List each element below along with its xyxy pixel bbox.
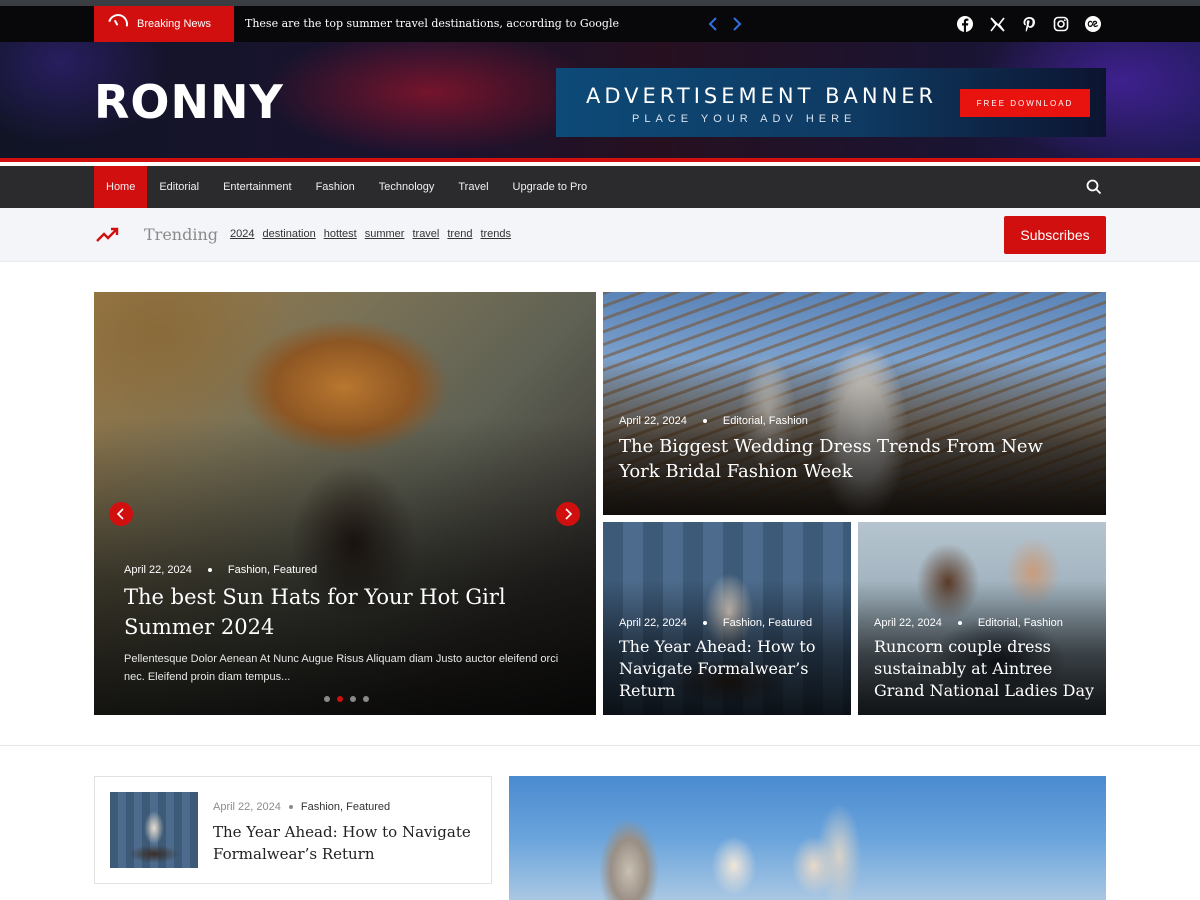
breaking-news-title: Breaking News	[137, 18, 211, 30]
ad-title: ADVERTISEMENT BANNER	[586, 84, 938, 108]
slider-dot[interactable]	[363, 696, 369, 702]
nav-item-upgrade[interactable]: Upgrade to Pro	[501, 166, 600, 208]
slider-dot[interactable]	[324, 696, 330, 702]
separator-dot	[957, 621, 962, 625]
tag-link[interactable]: trends	[480, 228, 511, 240]
section-divider	[0, 745, 1200, 746]
post-categories[interactable]: Fashion, Featured	[301, 801, 390, 813]
post-date: April 22, 2024	[124, 564, 192, 576]
post-categories[interactable]: Fashion, Featured	[723, 617, 812, 629]
chevron-right-icon[interactable]	[730, 14, 744, 34]
post-meta: April 22, 2024 Fashion, Featured	[619, 617, 812, 629]
ad-subtitle: PLACE YOUR ADV HERE	[632, 113, 857, 125]
post-date: April 22, 2024	[619, 617, 687, 629]
trending-bar: Trending 2024 destination hottest summer…	[0, 208, 1200, 262]
x-twitter-icon[interactable]	[987, 14, 1007, 34]
tag-link[interactable]: trend	[447, 228, 472, 240]
post-categories[interactable]: Editorial, Fashion	[978, 617, 1063, 629]
tag-link[interactable]: 2024	[230, 228, 254, 240]
post-title[interactable]: The best Sun Hats for Your Hot Girl Summ…	[124, 582, 574, 642]
free-download-button[interactable]: FREE DOWNLOAD	[960, 89, 1090, 117]
search-icon[interactable]	[1086, 179, 1102, 195]
slider-next-button[interactable]	[556, 502, 580, 526]
breaking-news-headline[interactable]: These are the top summer travel destinat…	[245, 6, 619, 42]
breaking-news-bar: Breaking News These are the top summer t…	[0, 6, 1200, 42]
post-date: April 22, 2024	[874, 617, 942, 629]
post-list-item[interactable]: April 22, 2024 Fashion, Featured The Yea…	[94, 776, 492, 884]
featured-wedding-card[interactable]: April 22, 2024 Editorial, Fashion The Bi…	[603, 292, 1106, 515]
slider-dot[interactable]	[350, 696, 356, 702]
slider-dots	[324, 696, 369, 702]
featured-wedding-image[interactable]	[509, 776, 1106, 900]
post-meta: April 22, 2024 Editorial, Fashion	[874, 617, 1063, 629]
post-title[interactable]: The Year Ahead: How to Navigate Formalwe…	[619, 636, 839, 702]
post-categories[interactable]: Editorial, Fashion	[723, 415, 808, 427]
post-title[interactable]: Runcorn couple dress sustainably at Aint…	[874, 636, 1099, 702]
nav-item-fashion[interactable]: Fashion	[304, 166, 367, 208]
main-nav: Home Editorial Entertainment Fashion Tec…	[0, 166, 1200, 208]
pinterest-icon[interactable]	[1019, 14, 1039, 34]
instagram-icon[interactable]	[1051, 14, 1071, 34]
social-links	[955, 14, 1103, 34]
subscribe-button[interactable]: Subscribes	[1004, 216, 1106, 254]
loading-icon	[104, 10, 132, 38]
separator-dot	[702, 419, 707, 423]
breaking-news-label: Breaking News	[94, 6, 234, 42]
post-categories[interactable]: Fashion, Featured	[228, 564, 317, 576]
slider-dot-active[interactable]	[337, 696, 343, 702]
advertisement-banner[interactable]: ADVERTISEMENT BANNER PLACE YOUR ADV HERE…	[556, 68, 1106, 137]
post-excerpt: Pellentesque Dolor Aenean At Nunc Augue …	[124, 653, 559, 683]
site-logo[interactable]: RONNY	[94, 78, 284, 126]
slider-prev-button[interactable]	[109, 502, 133, 526]
featured-formalwear-card[interactable]: April 22, 2024 Fashion, Featured The Yea…	[603, 522, 851, 715]
tag-link[interactable]: summer	[365, 228, 405, 240]
separator-dot	[702, 621, 707, 625]
post-date: April 22, 2024	[213, 801, 281, 813]
trending-label: Trending	[144, 225, 218, 244]
separator-dot	[288, 805, 293, 809]
separator-dot	[207, 568, 212, 572]
post-title[interactable]: The Biggest Wedding Dress Trends From Ne…	[619, 434, 1089, 484]
site-header: RONNY ADVERTISEMENT BANNER PLACE YOUR AD…	[0, 42, 1200, 162]
post-meta: April 22, 2024 Fashion, Featured	[124, 564, 317, 576]
facebook-icon[interactable]	[955, 14, 975, 34]
post-date: April 22, 2024	[619, 415, 687, 427]
featured-main-card[interactable]: April 22, 2024 Fashion, Featured The bes…	[94, 292, 596, 715]
chevron-left-icon[interactable]	[706, 14, 720, 34]
tag-link[interactable]: travel	[412, 228, 439, 240]
post-title[interactable]: The Year Ahead: How to Navigate Formalwe…	[213, 821, 481, 865]
nav-item-travel[interactable]: Travel	[446, 166, 500, 208]
post-thumbnail[interactable]	[110, 792, 198, 868]
trending-tags: 2024 destination hottest summer travel t…	[230, 228, 511, 240]
tag-link[interactable]: hottest	[324, 228, 357, 240]
nav-item-home[interactable]: Home	[94, 166, 148, 208]
tag-link[interactable]: destination	[262, 228, 315, 240]
nav-item-editorial[interactable]: Editorial	[147, 166, 211, 208]
nav-item-entertainment[interactable]: Entertainment	[211, 166, 303, 208]
lastfm-icon[interactable]	[1083, 14, 1103, 34]
trending-up-icon	[96, 225, 120, 245]
post-meta: April 22, 2024 Editorial, Fashion	[619, 415, 808, 427]
featured-couple-card[interactable]: April 22, 2024 Editorial, Fashion Runcor…	[858, 522, 1106, 715]
post-meta: April 22, 2024 Fashion, Featured	[213, 801, 390, 813]
nav-item-technology[interactable]: Technology	[367, 166, 447, 208]
